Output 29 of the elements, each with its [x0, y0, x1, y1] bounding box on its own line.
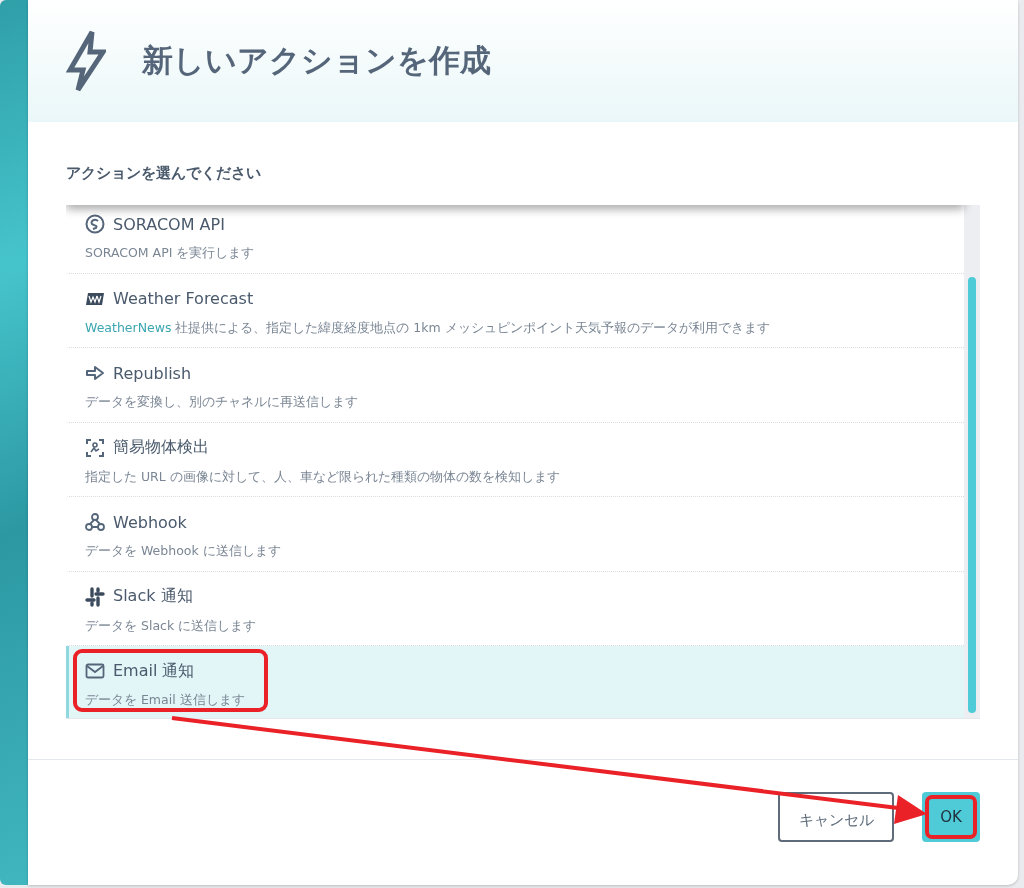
prompt-label: アクションを選んでください: [66, 164, 262, 183]
action-description: データを Webhook に送信します: [85, 543, 282, 560]
action-name: Email 通知: [113, 660, 195, 682]
action-description: データを Email 送信します: [85, 692, 246, 709]
action-description: データを Slack に送信します: [85, 617, 258, 635]
action-name: SORACOM API: [113, 214, 225, 234]
action-name: 簡易物体検出: [113, 437, 209, 458]
action-name: Slack 通知: [113, 586, 193, 607]
action-name: Republish: [113, 363, 192, 383]
hash-logo-icon: [85, 586, 105, 607]
action-item[interactable]: Email 通知 データを Email 送信します: [66, 646, 964, 718]
action-description: WeatherNews 社提供による、指定した緯度経度地点の 1km メッシュピンポイント天気予報のデータが利用できます: [85, 319, 771, 337]
webhook-icon: [85, 512, 105, 532]
highlight-frame: [925, 795, 977, 839]
scrollbar[interactable]: [964, 205, 980, 718]
cancel-button[interactable]: キャンセル: [778, 792, 894, 842]
envelope-icon: [85, 661, 105, 681]
dialog-title: 新しいアクションを作成: [142, 41, 491, 80]
arrow-right-icon: [85, 363, 105, 383]
action-description: SORACOM API を実行します: [85, 245, 256, 262]
action-name: Webhook: [113, 512, 187, 532]
circle-logo-icon: [85, 214, 105, 234]
ok-button[interactable]: OK: [922, 792, 980, 842]
action-description: データを変換し、別のチャネルに再送信します: [85, 394, 359, 411]
detection-icon: [85, 437, 105, 458]
action-description: 指定した URL の画像に対して、人、車など限られた種類の物体の数を検知します: [85, 468, 561, 486]
action-item[interactable]: SORACOM API SORACOM API を実行します: [66, 205, 964, 274]
lightning-icon: [66, 30, 106, 92]
action-name: Weather Forecast: [113, 289, 254, 308]
